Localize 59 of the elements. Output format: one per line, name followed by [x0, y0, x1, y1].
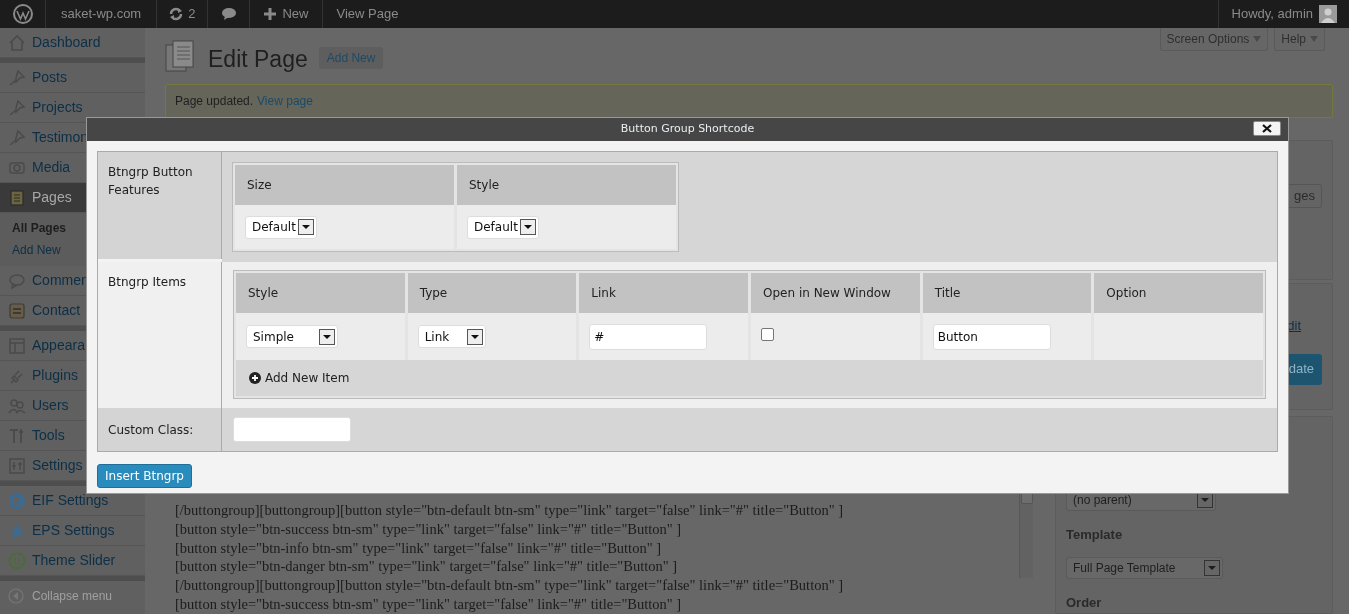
editor-text-line: [button style="btn-danger btn-sm" type="link" target="false" link="#" title="Button" ]: [175, 557, 679, 577]
custom-class-field[interactable]: [233, 417, 351, 442]
logo-icon: [12, 4, 33, 24]
menu-item[interactable]: EPS Settings: [0, 516, 145, 546]
caret-icon: [1253, 36, 1262, 42]
column-header: Size: [235, 165, 454, 205]
ring-icon: [8, 551, 26, 570]
template-select[interactable]: Full Page Template: [1066, 556, 1223, 579]
column-header: Option: [1094, 273, 1264, 313]
insert-button[interactable]: Insert Btngrp: [97, 464, 192, 488]
column-header: Title: [922, 273, 1092, 313]
caret-icon: [466, 328, 483, 345]
order-label: Order: [1066, 593, 1103, 612]
view-page-link[interactable]: View page: [257, 92, 313, 110]
close-button[interactable]: [1253, 121, 1281, 136]
editor-text-line: [button style="btn-info btn-sm" type="link" target="false" link="#" title="Button" ]: [175, 538, 663, 558]
view-page-link[interactable]: View Page: [323, 0, 412, 28]
column-header: Style: [236, 273, 405, 313]
avatar-icon: [1319, 5, 1337, 23]
column-header: Link: [579, 273, 748, 313]
editor-text-line: [button style="btn-success btn-sm" type="link" target="false" link="#" title="Button" ]: [175, 595, 683, 614]
new-link[interactable]: New: [250, 0, 324, 28]
updates-link[interactable]: 2: [157, 0, 209, 28]
notice-text: Page updated.: [175, 93, 254, 110]
caret-icon: [520, 219, 536, 235]
refresh-icon: [169, 7, 184, 21]
new-window-checkbox[interactable]: [761, 328, 774, 341]
page-title: Edit Page: [208, 45, 308, 74]
caret-icon: [1310, 36, 1318, 42]
template-label: Template: [1066, 526, 1124, 544]
title-field[interactable]: Button: [932, 323, 1051, 350]
style-select[interactable]: Simple: [246, 325, 338, 348]
document-stack-icon: [165, 40, 195, 72]
size-select[interactable]: Default: [467, 215, 539, 239]
panel-icon: [8, 301, 26, 320]
caret-icon: [1204, 559, 1220, 576]
letter-icon: [8, 491, 26, 510]
column-header: Style: [457, 165, 676, 205]
star-icon: [8, 521, 26, 540]
collapse-menu-link[interactable]: Collapse menu: [0, 581, 145, 611]
caret-icon: [319, 328, 335, 345]
plus-circle-icon: [249, 372, 261, 384]
plus-icon: [264, 8, 277, 20]
editor-text-line: [/buttongroup][buttongroup][button style="btn-default btn-sm" type="link" target="false" link="#" title="Button" ]: [175, 501, 845, 520]
dialog-title: Button Group Shortcode: [620, 121, 755, 138]
link-field[interactable]: #: [589, 323, 708, 350]
close-icon: [1262, 124, 1272, 133]
caret-icon: [298, 219, 314, 235]
add-new-item-link[interactable]: Add New Item: [249, 369, 350, 387]
editor-text-line: [/buttongroup][buttongroup][button style="btn-default btn-sm" type="link" target="false" link="#" title="Button" ]: [175, 576, 845, 595]
type-select[interactable]: Link: [417, 325, 486, 348]
editor-text-line: [button style="btn-success btn-sm" type="link" target="false" link="#" title="Button" ]: [175, 519, 683, 539]
add-new-button[interactable]: Add New: [318, 47, 384, 69]
size-select[interactable]: Default: [245, 215, 317, 239]
column-header: Open in New Window: [751, 273, 920, 313]
speech-bubble-icon: [220, 7, 237, 21]
menu-item[interactable]: Posts: [0, 63, 145, 93]
document-icon: [8, 188, 26, 207]
column-header: Type: [407, 273, 577, 313]
